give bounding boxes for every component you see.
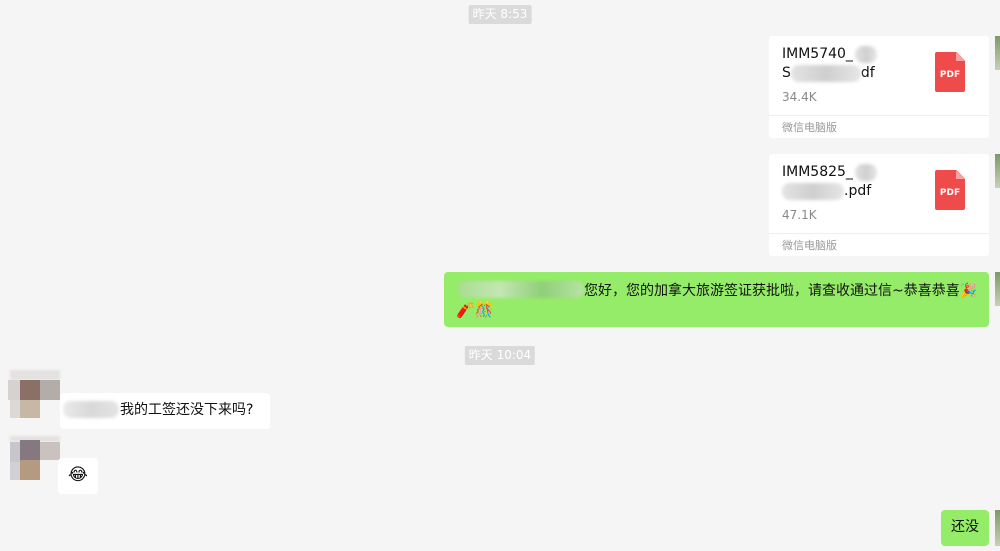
emoji-message-bubble[interactable]: 😂 <box>58 458 98 494</box>
pdf-file-icon: PDF <box>935 170 965 210</box>
approval-message-bubble[interactable]: 您好，您的加拿大旅游签证获批啦，请查收通过信~恭喜恭喜🎉 🧨🎊 <box>444 272 989 327</box>
redacted-text <box>790 64 861 82</box>
approval-message-line1: 您好，您的加拿大旅游签证获批啦，请查收通过信~恭喜恭喜🎉 <box>458 281 977 301</box>
file-name: IMM5825_ .pdf <box>782 163 922 201</box>
redacted-text <box>782 182 844 200</box>
contact-avatar[interactable] <box>8 370 60 418</box>
file-name-line1: IMM5825_ <box>782 164 853 180</box>
firecracker-icon: 🧨 <box>456 301 475 319</box>
approval-message-line2: 🧨🎊 <box>456 301 493 320</box>
self-avatar[interactable] <box>995 510 1000 546</box>
redacted-name <box>458 281 584 298</box>
file-name-suffix: df <box>860 65 875 81</box>
file-size: 47.1K <box>782 208 817 222</box>
divider <box>769 115 989 116</box>
reply-text: 还没 <box>951 519 979 535</box>
party-popper-icon: 🎉 <box>959 283 978 299</box>
confetti-ball-icon: 🎊 <box>474 301 494 319</box>
file-name-line1: IMM5740_ <box>782 46 853 62</box>
file-source: 微信电脑版 <box>782 239 837 252</box>
file-source: 微信电脑版 <box>782 121 837 134</box>
redacted-name <box>63 401 119 418</box>
question-message-bubble[interactable]: 我的工签还没下来吗? <box>60 393 270 429</box>
file-name-suffix: .pdf <box>844 183 872 199</box>
file-message-1[interactable]: IMM5740_ Sdf 34.4K 微信电脑版 PDF <box>769 36 989 138</box>
self-avatar[interactable] <box>995 36 1000 70</box>
self-avatar[interactable] <box>995 272 1000 306</box>
divider <box>769 233 989 234</box>
approval-text: 您好，您的加拿大旅游签证获批啦，请查收通过信~恭喜恭喜 <box>584 283 960 299</box>
redacted-text <box>854 45 877 63</box>
timestamp-1: 昨天 8:53 <box>468 5 532 24</box>
laughing-emoji-icon: 😂 <box>68 465 88 485</box>
question-text: 我的工签还没下来吗? <box>120 402 254 418</box>
contact-avatar[interactable] <box>8 436 60 480</box>
timestamp-2: 昨天 10:04 <box>464 346 536 365</box>
redacted-text <box>854 163 877 181</box>
self-avatar[interactable] <box>995 154 1000 188</box>
file-name-prefix: S <box>782 65 791 81</box>
file-name: IMM5740_ Sdf <box>782 45 922 83</box>
file-message-2[interactable]: IMM5825_ .pdf 47.1K 微信电脑版 PDF <box>769 154 989 256</box>
file-size: 34.4K <box>782 90 817 104</box>
reply-message-bubble[interactable]: 还没 <box>941 510 989 546</box>
pdf-file-icon: PDF <box>935 52 965 92</box>
